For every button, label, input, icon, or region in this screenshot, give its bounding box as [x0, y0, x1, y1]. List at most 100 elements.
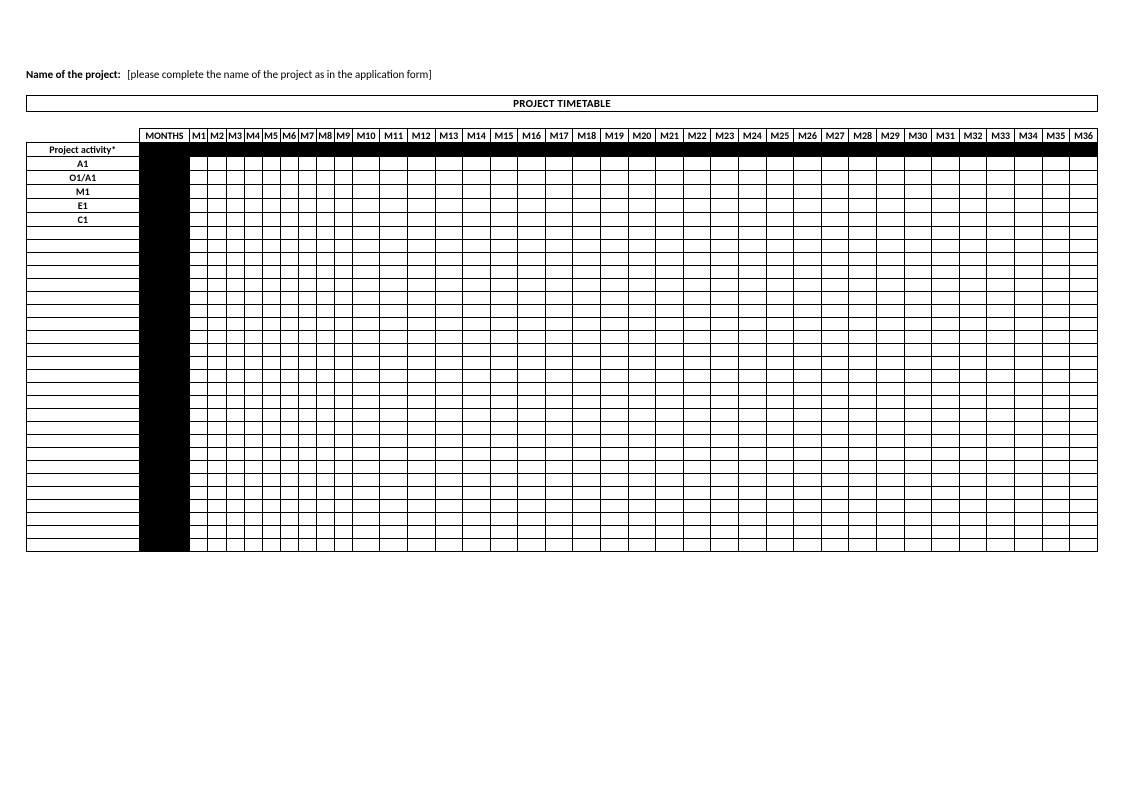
timetable-cell [490, 396, 518, 409]
timetable-cell [1014, 474, 1042, 487]
month-col-m4: M4 [244, 129, 262, 143]
timetable-cell [262, 331, 280, 344]
timetable-cell [656, 448, 684, 461]
timetable-cell [190, 305, 208, 318]
timetable-cell [334, 266, 352, 279]
black-cell [1042, 143, 1070, 157]
timetable-cell [739, 474, 767, 487]
timetable-cell [262, 213, 280, 227]
activity-label: A1 [27, 157, 140, 171]
timetable-cell [244, 383, 262, 396]
timetable-cell [190, 370, 208, 383]
timetable-cell [1042, 487, 1070, 500]
timetable-cell [352, 331, 380, 344]
timetable-cell [656, 157, 684, 171]
timetable-cell [490, 539, 518, 552]
timetable-cell [407, 487, 435, 500]
month-col-m7: M7 [298, 129, 316, 143]
timetable-cell [932, 448, 960, 461]
timetable-cell [711, 253, 739, 266]
timetable-cell [298, 213, 316, 227]
timetable-cell [463, 435, 491, 448]
timetable-cell [739, 422, 767, 435]
timetable-cell [208, 266, 226, 279]
month-col-m35: M35 [1042, 129, 1070, 143]
timetable-cell [226, 500, 244, 513]
timetable-cell [298, 185, 316, 199]
timetable-cell [987, 279, 1015, 292]
timetable-cell [298, 409, 316, 422]
timetable-cell [959, 199, 987, 213]
timetable-cell [463, 331, 491, 344]
timetable-cell [959, 344, 987, 357]
timetable-cell [280, 344, 298, 357]
timetable-cell [545, 500, 573, 513]
timetable-cell [380, 370, 408, 383]
timetable-cell [987, 383, 1015, 396]
timetable-cell [190, 227, 208, 240]
month-col-m20: M20 [628, 129, 656, 143]
timetable-cell [932, 318, 960, 331]
activity-label [27, 383, 140, 396]
timetable-cell [352, 448, 380, 461]
timetable-cell [573, 185, 601, 199]
timetable-cell [849, 157, 877, 171]
timetable-cell [628, 526, 656, 539]
timetable-cell [316, 253, 334, 266]
timetable-cell [766, 171, 794, 185]
timetable-cell [1070, 292, 1098, 305]
timetable-cell [352, 474, 380, 487]
timetable-cell [601, 171, 629, 185]
timetable-cell [683, 448, 711, 461]
timetable-cell [334, 396, 352, 409]
timetable-cell [656, 331, 684, 344]
timetable-cell [932, 357, 960, 370]
timetable-cell [601, 448, 629, 461]
timetable-cell [683, 370, 711, 383]
timetable-cell [1014, 357, 1042, 370]
timetable-cell [573, 539, 601, 552]
timetable-cell [190, 318, 208, 331]
months-black-cell [139, 331, 190, 344]
timetable-cell [262, 227, 280, 240]
timetable-cell [380, 513, 408, 526]
timetable-cell [262, 344, 280, 357]
timetable-cell [959, 461, 987, 474]
timetable-cell [656, 396, 684, 409]
timetable-cell [435, 448, 463, 461]
timetable-cell [352, 318, 380, 331]
timetable-cell [766, 213, 794, 227]
black-cell [904, 143, 932, 157]
timetable-cell [794, 331, 822, 344]
timetable-cell [601, 461, 629, 474]
timetable-cell [262, 409, 280, 422]
timetable-cell [573, 171, 601, 185]
timetable-cell [226, 526, 244, 539]
activity-label [27, 513, 140, 526]
timetable-cell [1014, 213, 1042, 227]
timetable-cell [463, 171, 491, 185]
timetable-cell [244, 474, 262, 487]
timetable-cell [877, 513, 905, 526]
timetable-cell [490, 318, 518, 331]
timetable-cell [987, 157, 1015, 171]
timetable-cell [190, 199, 208, 213]
timetable-cell [380, 435, 408, 448]
timetable-cell [208, 461, 226, 474]
timetable-cell [849, 171, 877, 185]
timetable-cell [518, 157, 546, 171]
timetable-cell [380, 474, 408, 487]
black-cell [1014, 143, 1042, 157]
timetable-cell [683, 171, 711, 185]
timetable-cell [849, 448, 877, 461]
timetable-cell [794, 500, 822, 513]
timetable-cell [1014, 227, 1042, 240]
timetable-cell [280, 227, 298, 240]
timetable-cell [932, 213, 960, 227]
timetable-cell [711, 396, 739, 409]
timetable-cell [877, 227, 905, 240]
timetable-cell [656, 370, 684, 383]
timetable-cell [739, 171, 767, 185]
timetable-cell [821, 253, 849, 266]
timetable-cell [262, 157, 280, 171]
